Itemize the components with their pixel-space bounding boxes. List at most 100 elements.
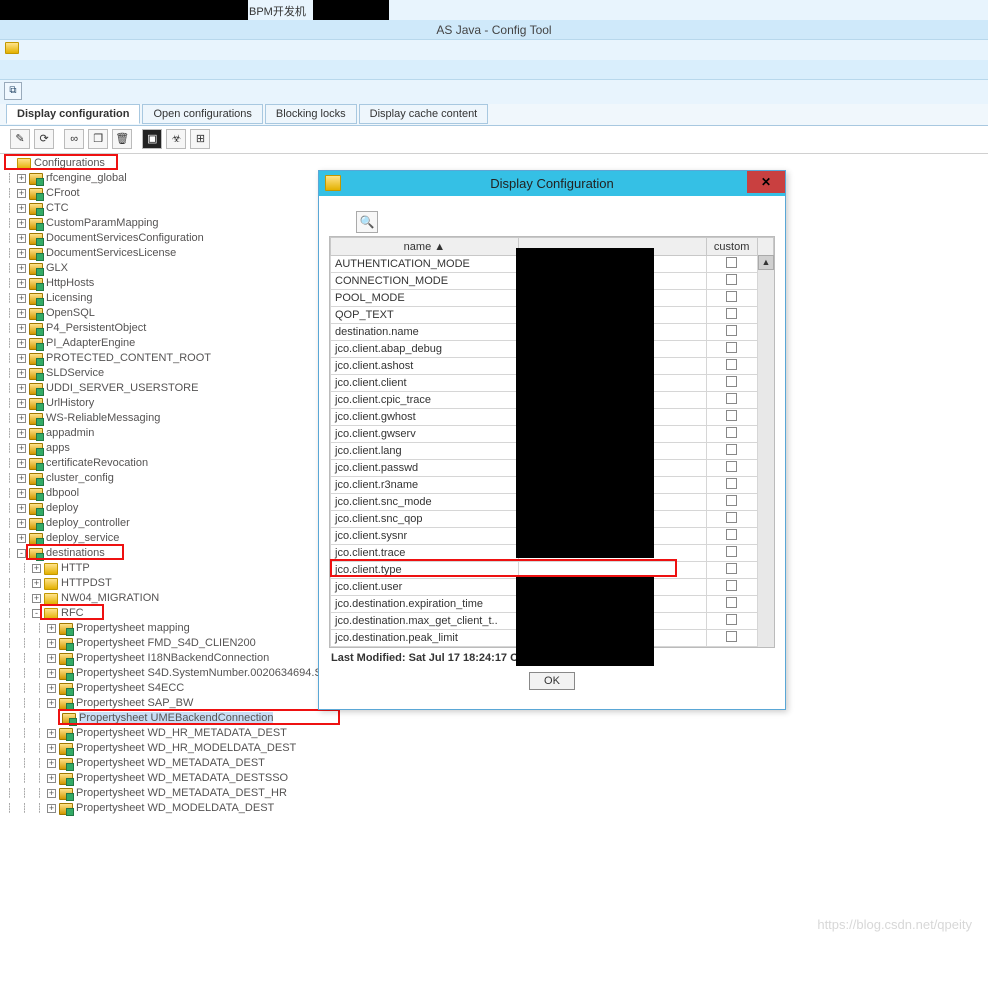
cell-custom[interactable]: [706, 375, 757, 392]
cell-custom[interactable]: [706, 443, 757, 460]
expand-toggle[interactable]: +: [17, 429, 26, 438]
checkbox-icon[interactable]: [726, 546, 737, 557]
delete-icon[interactable]: 🗑: [112, 129, 132, 149]
copy-icon[interactable]: ❐: [88, 129, 108, 149]
checkbox-icon[interactable]: [726, 512, 737, 523]
expand-toggle[interactable]: +: [17, 294, 26, 303]
expand-toggle[interactable]: +: [17, 189, 26, 198]
expand-toggle[interactable]: +: [47, 624, 56, 633]
expand-toggle[interactable]: -: [17, 549, 26, 558]
checkbox-icon[interactable]: [726, 359, 737, 370]
checkbox-icon[interactable]: [726, 342, 737, 353]
tree-icon[interactable]: ⊞: [190, 129, 210, 149]
cell-custom[interactable]: [706, 613, 757, 630]
expand-toggle[interactable]: +: [17, 174, 26, 183]
checkbox-icon[interactable]: [726, 325, 737, 336]
cell-custom[interactable]: [706, 358, 757, 375]
scroll-up-icon[interactable]: ▲: [758, 255, 774, 270]
checkbox-icon[interactable]: [726, 308, 737, 319]
search-icon[interactable]: 🔍: [356, 211, 378, 233]
cell-custom[interactable]: [706, 392, 757, 409]
tree-item[interactable]: ┊┊┊Propertysheet UMEBackendConnection: [2, 711, 986, 726]
checkbox-icon[interactable]: [726, 614, 737, 625]
expand-toggle[interactable]: +: [17, 324, 26, 333]
expand-toggle[interactable]: +: [47, 804, 56, 813]
cell-custom[interactable]: [706, 460, 757, 477]
expand-toggle[interactable]: +: [17, 279, 26, 288]
cell-custom[interactable]: [706, 307, 757, 324]
expand-toggle[interactable]: +: [17, 459, 26, 468]
col-custom[interactable]: custom: [706, 238, 757, 256]
expand-toggle[interactable]: +: [17, 249, 26, 258]
expand-toggle[interactable]: +: [17, 519, 26, 528]
checkbox-icon[interactable]: [726, 444, 737, 455]
ok-button[interactable]: OK: [529, 672, 575, 690]
checkbox-icon[interactable]: [726, 393, 737, 404]
expand-toggle[interactable]: +: [17, 444, 26, 453]
toolbar-btn[interactable]: ⧉: [4, 82, 22, 100]
checkbox-icon[interactable]: [726, 376, 737, 387]
checkbox-icon[interactable]: [726, 427, 737, 438]
checkbox-icon[interactable]: [726, 478, 737, 489]
expand-toggle[interactable]: +: [47, 684, 56, 693]
cell-custom[interactable]: [706, 494, 757, 511]
link-icon[interactable]: ∞: [64, 129, 84, 149]
expand-toggle[interactable]: +: [47, 654, 56, 663]
cell-custom[interactable]: [706, 647, 757, 649]
cell-custom[interactable]: [706, 256, 757, 273]
expand-toggle[interactable]: +: [17, 219, 26, 228]
tab-open-configurations[interactable]: Open configurations: [142, 104, 262, 124]
checkbox-icon[interactable]: [726, 461, 737, 472]
checkbox-icon[interactable]: [726, 257, 737, 268]
checkbox-icon[interactable]: [726, 580, 737, 591]
tree-item[interactable]: Configurations: [2, 156, 986, 171]
expand-toggle[interactable]: +: [17, 399, 26, 408]
console-icon[interactable]: ▣: [142, 129, 162, 149]
checkbox-icon[interactable]: [726, 410, 737, 421]
tree-item[interactable]: ┊┊┊+Propertysheet WD_HR_METADATA_DEST: [2, 726, 986, 741]
cell-custom[interactable]: [706, 545, 757, 562]
expand-toggle[interactable]: +: [47, 669, 56, 678]
expand-toggle[interactable]: +: [17, 384, 26, 393]
expand-toggle[interactable]: +: [17, 234, 26, 243]
cell-custom[interactable]: [706, 477, 757, 494]
expand-toggle[interactable]: +: [17, 264, 26, 273]
expand-toggle[interactable]: +: [17, 474, 26, 483]
cell-custom[interactable]: [706, 290, 757, 307]
tree-item[interactable]: ┊┊┊+Propertysheet WD_METADATA_DESTSSO: [2, 771, 986, 786]
expand-toggle[interactable]: +: [47, 729, 56, 738]
expand-toggle[interactable]: +: [17, 369, 26, 378]
checkbox-icon[interactable]: [726, 529, 737, 540]
expand-toggle[interactable]: +: [32, 564, 41, 573]
checkbox-icon[interactable]: [726, 597, 737, 608]
cell-custom[interactable]: [706, 273, 757, 290]
checkbox-icon[interactable]: [726, 291, 737, 302]
close-icon[interactable]: ✕: [747, 171, 785, 193]
expand-toggle[interactable]: +: [47, 699, 56, 708]
expand-toggle[interactable]: +: [32, 594, 41, 603]
expand-toggle[interactable]: +: [47, 789, 56, 798]
expand-toggle[interactable]: +: [47, 744, 56, 753]
cell-custom[interactable]: [706, 511, 757, 528]
expand-toggle[interactable]: +: [47, 759, 56, 768]
tree-item[interactable]: ┊┊┊+Propertysheet WD_METADATA_DEST_HR: [2, 786, 986, 801]
tree-item[interactable]: ┊┊┊+Propertysheet WD_METADATA_DEST: [2, 756, 986, 771]
expand-toggle[interactable]: +: [47, 774, 56, 783]
tree-item[interactable]: ┊┊┊+Propertysheet WD_HR_MODELDATA_DEST: [2, 741, 986, 756]
expand-toggle[interactable]: +: [17, 339, 26, 348]
cell-custom[interactable]: [706, 324, 757, 341]
expand-toggle[interactable]: +: [17, 354, 26, 363]
cell-custom[interactable]: [706, 596, 757, 613]
expand-toggle[interactable]: -: [32, 609, 41, 618]
checkbox-icon[interactable]: [726, 495, 737, 506]
expand-toggle[interactable]: +: [47, 639, 56, 648]
checkbox-icon[interactable]: [726, 631, 737, 642]
scrollbar[interactable]: ▲: [758, 255, 774, 647]
debug-icon[interactable]: ☣: [166, 129, 186, 149]
cell-custom[interactable]: [706, 426, 757, 443]
expand-toggle[interactable]: +: [17, 489, 26, 498]
expand-toggle[interactable]: +: [17, 309, 26, 318]
tab-blocking-locks[interactable]: Blocking locks: [265, 104, 357, 124]
cell-custom[interactable]: [706, 579, 757, 596]
expand-toggle[interactable]: +: [32, 579, 41, 588]
